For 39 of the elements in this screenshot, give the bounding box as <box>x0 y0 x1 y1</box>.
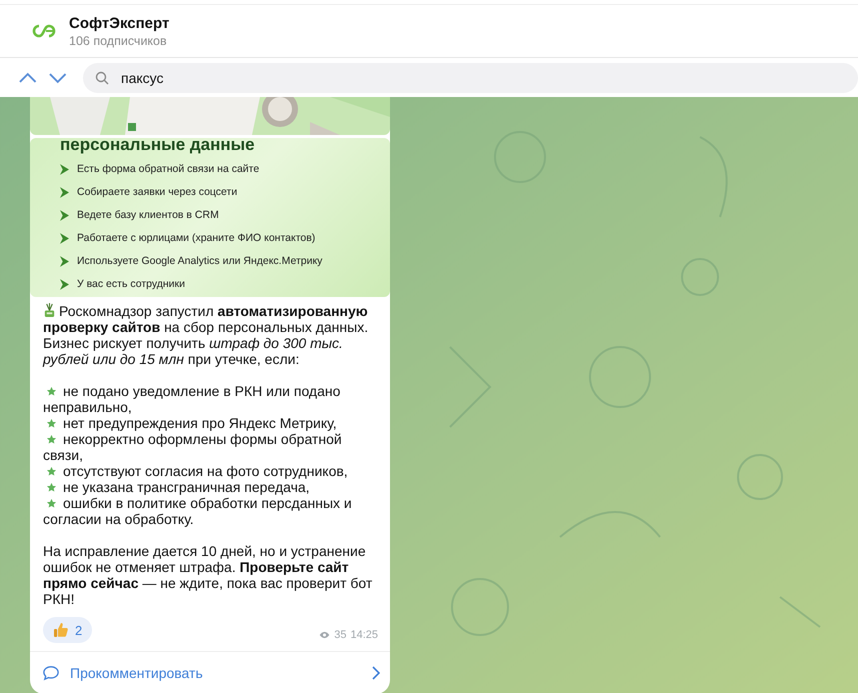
infographic-heading: персональные данные <box>60 138 256 154</box>
speech-bubble-icon <box>42 665 60 681</box>
view-count: 35 <box>334 629 346 641</box>
chevron-icon <box>60 210 69 220</box>
star-icon <box>46 434 57 445</box>
bullet-item: ошибки в политике обработки персданных и согласии на обработку. <box>43 495 353 527</box>
eye-icon <box>319 631 330 639</box>
infographic-item: У вас есть сотрудники <box>77 278 185 290</box>
bullet-item: отсутствуют согласия на фото сотрудников, <box>43 463 378 479</box>
bullet-item: не указана трансграничная передача, <box>43 479 378 495</box>
message-text: Роскомнадзор запустил автоматизированную проверку сайтов на сбор персональных данных. Бизнес рискует получить штраф до 300 тыс. рублей или до 15 млн при утечке, если: <box>43 303 370 367</box>
star-icon <box>46 386 57 397</box>
infographic-item: Используете Google Analytics или Яндекс.Метрику <box>77 255 322 267</box>
chevron-icon <box>60 186 69 198</box>
chevron-icon <box>60 232 69 244</box>
channel-title: СофтЭксперт <box>69 14 170 32</box>
search-field[interactable]: паксус <box>83 62 858 92</box>
star-icon <box>46 466 57 477</box>
star-icon <box>46 418 57 429</box>
message-text: На исправление дается 10 дней, но и устранение ошибок не отменяет штрафа. Проверьте сайт прямо сейчас — не ждите, пока вас проверит бот РКН! <box>43 543 374 607</box>
chevron-icon <box>60 164 69 174</box>
infographic-item: Ведете базу клиентов в CRM <box>77 209 219 221</box>
message-time: 14:25 <box>350 629 378 641</box>
infographic-item: Есть форма обратной связи на сайте <box>77 163 260 175</box>
infographic-item: Собираете заявки через соцсети <box>77 186 238 198</box>
bullet-item: нет предупреждения про Яндекс Метрику, <box>43 415 378 431</box>
star-icon <box>46 482 57 493</box>
reaction-button[interactable]: 2 <box>43 617 92 643</box>
search-icon <box>95 70 109 84</box>
logo-icon <box>32 24 56 38</box>
chevron-right-icon <box>372 666 380 680</box>
thumbs-up-icon <box>53 622 69 638</box>
subscriber-count: 106 подписчиков <box>69 34 168 48</box>
chevron-icon <box>60 278 69 290</box>
infographic-item: Работаете с юрлицами (храните ФИО контактов) <box>77 232 316 244</box>
star-icon <box>46 498 57 509</box>
antenna-icon <box>43 303 56 318</box>
comment-link[interactable]: Прокомментировать <box>30 651 390 693</box>
chevron-icon <box>60 256 69 266</box>
